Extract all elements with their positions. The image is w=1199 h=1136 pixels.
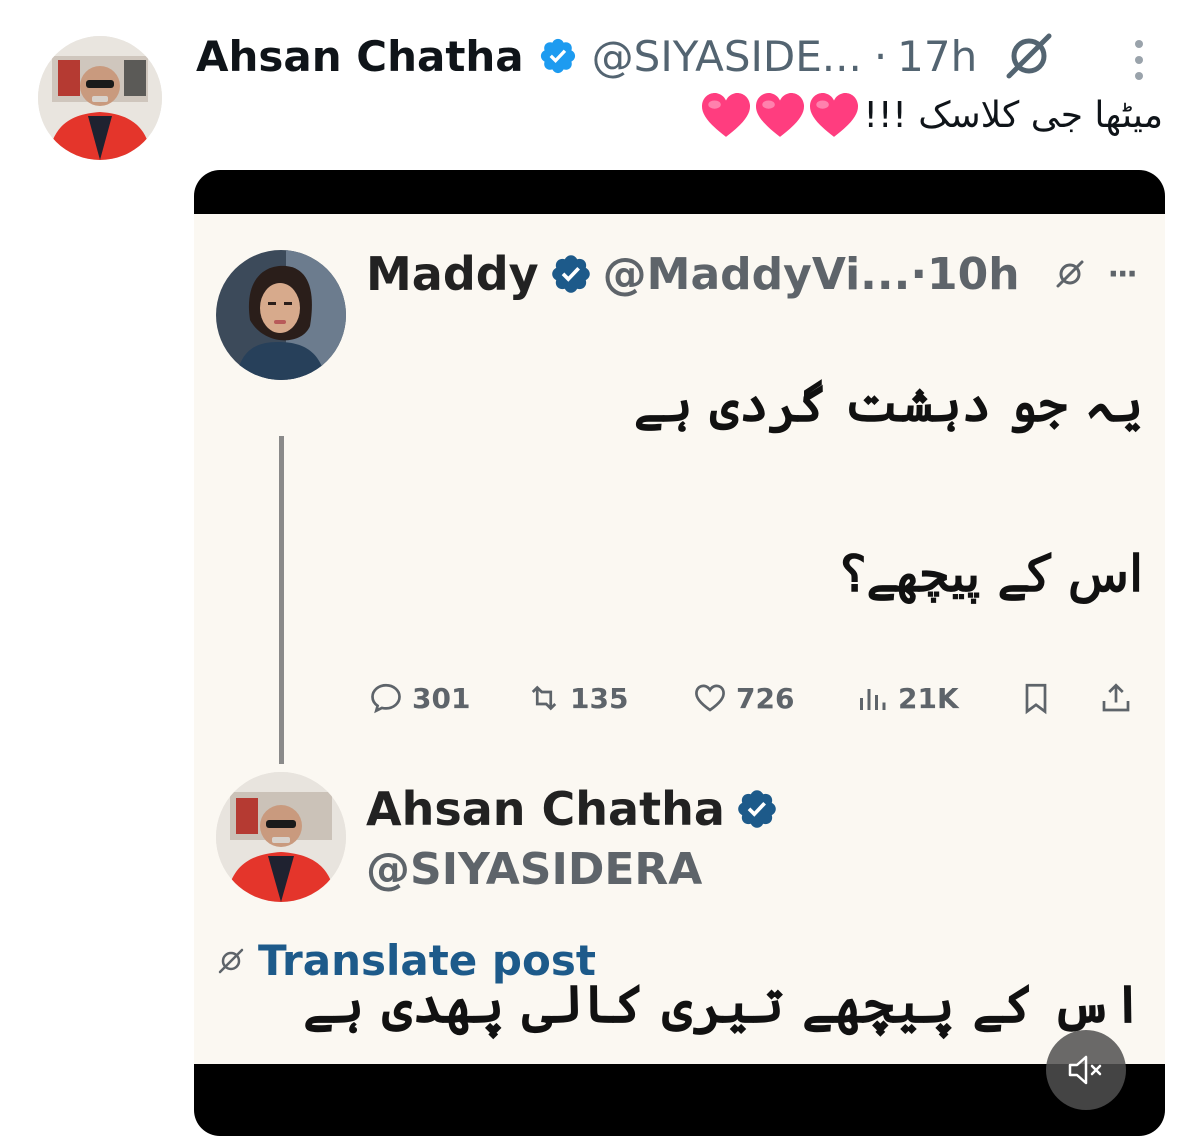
reply-action: 301 — [368, 676, 470, 720]
quoted-post-line2: اس کے پیچھے؟ — [839, 544, 1143, 603]
quoted-author-handle: @MaddyVi... — [602, 248, 911, 300]
more-options-icon[interactable] — [1124, 38, 1154, 82]
quoted-post-time: ·10h — [910, 248, 1020, 300]
heart-icon — [695, 684, 725, 712]
repost-count: 135 — [570, 681, 629, 715]
quoted-post-header: Maddy @MaddyVi... ·10h ··· — [366, 244, 1138, 304]
reply-text: اس کے پیچھے تیری کالی پھدی ہے — [303, 974, 1143, 1035]
post-media-video[interactable]: Maddy @MaddyVi... ·10h ··· یہ جو دہشت گر… — [194, 170, 1165, 1136]
author-handle[interactable]: @SIYASIDE... — [592, 32, 862, 81]
verified-badge-icon — [735, 787, 779, 831]
reply-count: 301 — [412, 681, 471, 715]
action-bar: 301 135 726 21K — [368, 676, 1148, 720]
verified-badge-icon — [538, 36, 578, 76]
post-header: Ahsan Chatha @SIYASIDE... · 17h — [196, 26, 1055, 86]
avatar-photo — [216, 250, 346, 380]
verified-badge-icon — [549, 252, 593, 296]
grok-icon — [218, 948, 244, 973]
quoted-author-name: Maddy — [366, 247, 539, 301]
more-options-icon: ··· — [1107, 256, 1138, 292]
bookmark-action — [1018, 676, 1054, 720]
reply-header: Ahsan Chatha — [366, 782, 779, 836]
author-avatar[interactable] — [38, 36, 162, 160]
repost-icon — [531, 685, 557, 711]
avatar-photo — [216, 772, 346, 902]
post-text: میٹھا جی کلاسک !!! — [700, 92, 1163, 138]
avatar-photo — [38, 36, 162, 160]
thread-connector-line — [279, 436, 284, 764]
views-count: 21K — [898, 681, 959, 715]
views-icon — [860, 689, 886, 710]
quoted-author-avatar — [216, 250, 346, 380]
quoted-post-line1: یہ جو دہشت گردی ہے — [633, 374, 1143, 433]
speaker-muted-icon — [1068, 1055, 1102, 1085]
views-action: 21K — [854, 676, 959, 720]
bookmark-icon — [1025, 683, 1047, 715]
reply-author-handle: @SIYASIDERA — [366, 844, 703, 895]
reply-icon — [371, 683, 401, 714]
like-count: 726 — [736, 681, 795, 715]
share-icon — [1102, 683, 1130, 712]
mute-button[interactable] — [1046, 1030, 1126, 1110]
grok-icon — [1054, 258, 1086, 290]
post-time[interactable]: 17h — [897, 32, 977, 81]
like-action: 726 — [692, 676, 794, 720]
grok-icon[interactable] — [1003, 30, 1055, 82]
share-action — [1098, 676, 1134, 720]
reply-author-avatar — [216, 772, 346, 902]
author-name[interactable]: Ahsan Chatha — [196, 32, 524, 81]
heart-emoji-icon — [700, 92, 860, 138]
reply-author-name: Ahsan Chatha — [366, 782, 725, 836]
repost-action: 135 — [526, 676, 628, 720]
separator-dot: · — [873, 31, 888, 81]
screenshot-card: Maddy @MaddyVi... ·10h ··· یہ جو دہشت گر… — [194, 214, 1165, 1064]
post-text-body: میٹھا جی کلاسک !!! — [863, 94, 1163, 136]
